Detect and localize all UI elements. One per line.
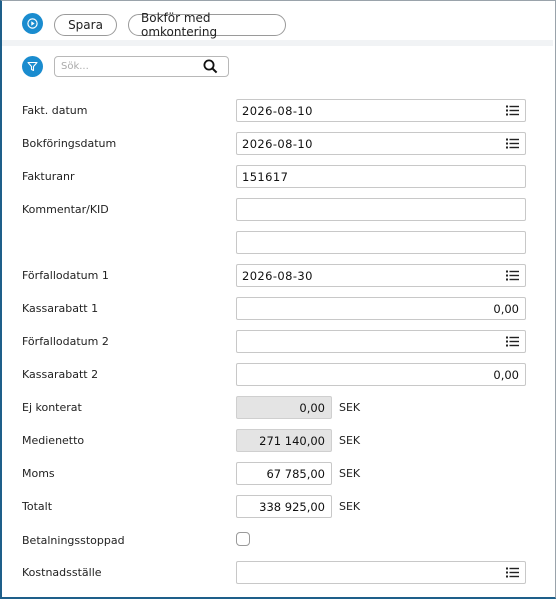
search-box: [54, 56, 229, 77]
medienetto-label: Medienetto: [22, 434, 85, 447]
invoice-number-value: 151617: [242, 170, 289, 184]
vat-label: Moms: [22, 467, 55, 480]
payment-stopped-label: Betalningsstoppad: [22, 534, 125, 547]
due-date-1-label: Förfallodatum 1: [22, 269, 109, 282]
cash-discount-1-value: 0,00: [493, 302, 519, 316]
medienetto-value: 271 140,00: [259, 434, 325, 448]
cash-discount-2-label: Kassarabatt 2: [22, 368, 99, 381]
row-due-date-1: Förfallodatum 1 2026-08-30: [0, 264, 556, 288]
comment-field[interactable]: [236, 198, 526, 221]
invoice-number-field[interactable]: 151617: [236, 165, 526, 188]
vat-field[interactable]: 67 785,00: [236, 462, 332, 485]
row-invoice-date: Fakt. datum 2026-08-10: [0, 99, 556, 123]
filter-icon[interactable]: [22, 56, 43, 77]
total-field[interactable]: 338 925,00: [236, 495, 332, 518]
invoice-date-label: Fakt. datum: [22, 104, 88, 117]
comment-field-2[interactable]: [236, 231, 526, 254]
row-total: Totalt 338 925,00 SEK: [0, 495, 556, 519]
cash-discount-2-value: 0,00: [493, 368, 519, 382]
search-icon[interactable]: [203, 59, 218, 77]
calendar-list-icon[interactable]: [506, 336, 519, 347]
booking-date-field[interactable]: 2026-08-10: [236, 132, 526, 155]
invoice-date-value: 2026-08-10: [242, 104, 313, 118]
invoice-date-field[interactable]: 2026-08-10: [236, 99, 526, 122]
row-cost-center: Kostnadsställe: [0, 561, 556, 585]
list-icon[interactable]: [506, 567, 519, 578]
total-label: Totalt: [22, 500, 53, 513]
due-date-2-field[interactable]: [236, 330, 526, 353]
calendar-list-icon[interactable]: [506, 105, 519, 116]
row-not-posted: Ej konterat 0,00 SEK: [0, 396, 556, 420]
play-icon[interactable]: [22, 13, 43, 34]
total-value: 338 925,00: [259, 500, 325, 514]
calendar-list-icon[interactable]: [506, 270, 519, 281]
medienetto-field: 271 140,00: [236, 429, 332, 452]
row-comment: Kommentar/KID: [0, 198, 556, 222]
due-date-1-value: 2026-08-30: [242, 269, 313, 283]
row-cash-discount-2: Kassarabatt 2 0,00: [0, 363, 556, 387]
currency-label: SEK: [339, 467, 361, 480]
cost-center-label: Kostnadsställe: [22, 566, 102, 579]
currency-label: SEK: [339, 434, 361, 447]
invoice-number-label: Fakturanr: [22, 170, 75, 183]
row-medienetto: Medienetto 271 140,00 SEK: [0, 429, 556, 453]
not-posted-label: Ej konterat: [22, 401, 82, 414]
search-bar: [2, 52, 553, 84]
booking-date-label: Bokföringsdatum: [22, 137, 117, 150]
toolbar: Spara Bokför med omkontering: [2, 2, 553, 46]
vat-value: 67 785,00: [266, 467, 325, 481]
search-input[interactable]: [61, 58, 201, 75]
cash-discount-1-label: Kassarabatt 1: [22, 302, 99, 315]
booking-date-value: 2026-08-10: [242, 137, 313, 151]
not-posted-value: 0,00: [299, 401, 325, 415]
cost-center-field[interactable]: [236, 561, 526, 584]
cash-discount-1-field[interactable]: 0,00: [236, 297, 526, 320]
book-with-reposting-button[interactable]: Bokför med omkontering: [128, 11, 286, 39]
row-vat: Moms 67 785,00 SEK: [0, 462, 556, 486]
due-date-1-field[interactable]: 2026-08-30: [236, 264, 526, 287]
currency-label: SEK: [339, 401, 361, 414]
calendar-list-icon[interactable]: [506, 138, 519, 149]
save-button[interactable]: Spara: [54, 14, 117, 36]
not-posted-field: 0,00: [236, 396, 332, 419]
row-cash-discount-1: Kassarabatt 1 0,00: [0, 297, 556, 321]
due-date-2-label: Förfallodatum 2: [22, 335, 109, 348]
payment-stopped-checkbox[interactable]: [236, 532, 250, 546]
comment-label: Kommentar/KID: [22, 203, 109, 216]
row-booking-date: Bokföringsdatum 2026-08-10: [0, 132, 556, 156]
row-due-date-2: Förfallodatum 2: [0, 330, 556, 354]
row-invoice-number: Fakturanr 151617: [0, 165, 556, 189]
cash-discount-2-field[interactable]: 0,00: [236, 363, 526, 386]
currency-label: SEK: [339, 500, 361, 513]
row-payment-stopped: Betalningsstoppad: [0, 530, 556, 554]
row-comment-2: [0, 231, 556, 255]
